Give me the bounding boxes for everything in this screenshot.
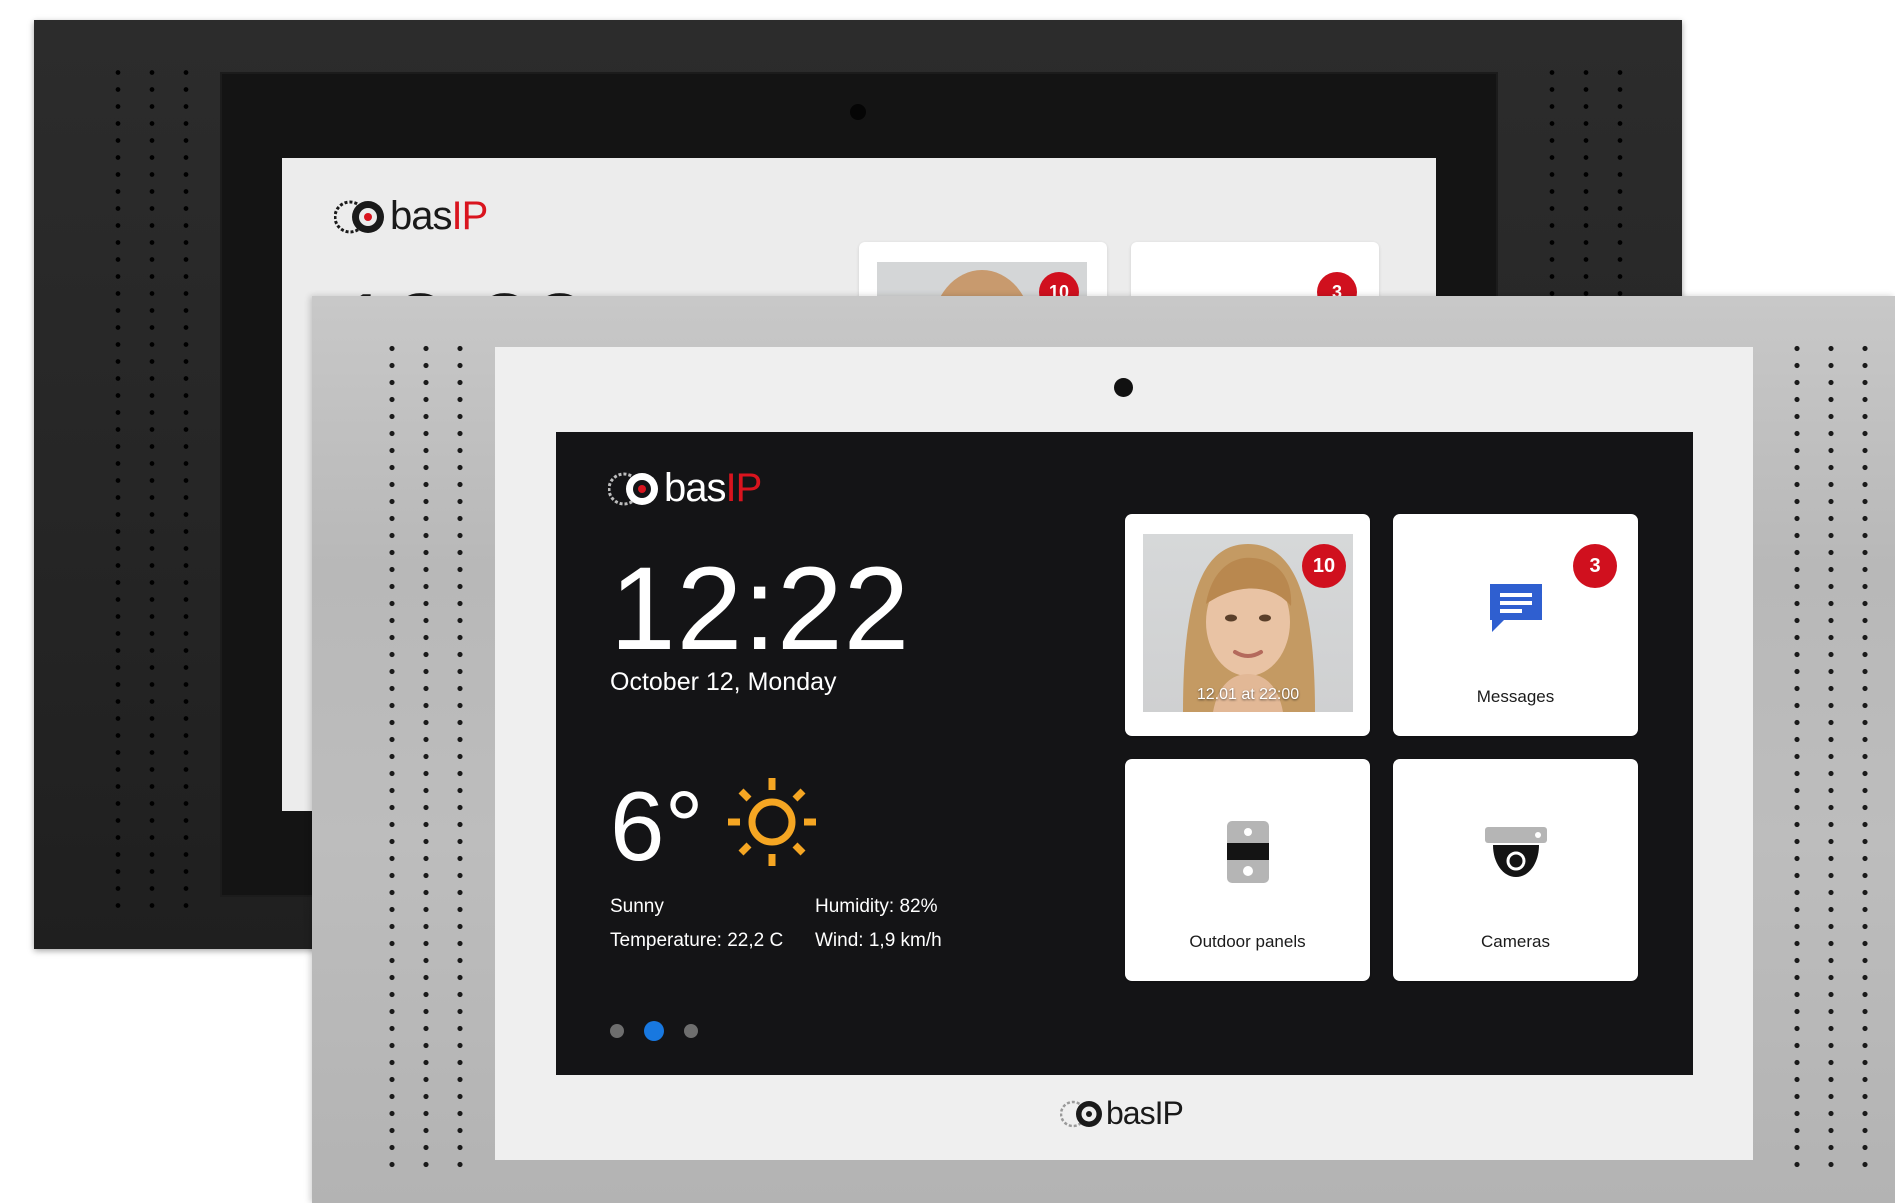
basip-logo-icon [1060,1100,1102,1127]
weather-wind: Wind: 1,9 km/h [815,930,942,951]
weather-condition: Sunny [610,896,664,917]
back-screen-logo: basIP [334,194,488,239]
tile-outdoor-panels[interactable]: Outdoor panels [1125,759,1370,981]
outdoor-panels-label: Outdoor panels [1189,932,1306,951]
weather-humidity: Humidity: 82% [815,896,938,917]
basip-logo-icon [608,472,658,505]
outdoor-panel-icon [1227,821,1269,883]
front-bezel-logo: basIP [1060,1095,1184,1132]
back-logo-text: basIP [390,194,488,238]
cameras-label: Cameras [1481,932,1550,951]
weather-temperature-detail: Temperature: 22,2 C [610,930,784,951]
front-camera [1114,378,1133,397]
messages-badge: 3 [1573,544,1617,588]
tile-messages[interactable]: 3 Messages [1393,514,1638,736]
pager-dot-2[interactable] [644,1021,664,1041]
clock: 12:22 [610,543,911,675]
calls-badge: 10 [1302,544,1346,588]
front-bezel-logo-text: basIP [1106,1095,1184,1131]
camera-icon [1485,827,1547,877]
pager-dot-1[interactable] [610,1024,624,1038]
messages-label: Messages [1476,687,1555,706]
sun-icon [728,778,816,866]
front-right-speaker-grille [1780,340,1870,1170]
screen-logo-text: basIP [664,466,762,510]
message-icon [1490,584,1542,632]
last-call-caption: 12.01 at 22:00 [1196,686,1300,703]
weather-temperature: 6° [610,771,704,881]
back-camera [850,104,866,120]
tile-calls[interactable]: 12.01 at 22:00 10 [1125,514,1370,736]
home-screen: basIP 12:22 October 12, Monday 6° Sunny … [556,432,1693,1075]
pager-dot-3[interactable] [684,1024,698,1038]
back-left-speaker-grille [101,64,191,909]
tile-cameras[interactable]: Cameras [1393,759,1638,981]
date: October 12, Monday [610,668,837,696]
screen-logo: basIP [608,466,762,511]
front-left-speaker-grille [375,340,465,1170]
basip-logo-icon [334,200,384,233]
